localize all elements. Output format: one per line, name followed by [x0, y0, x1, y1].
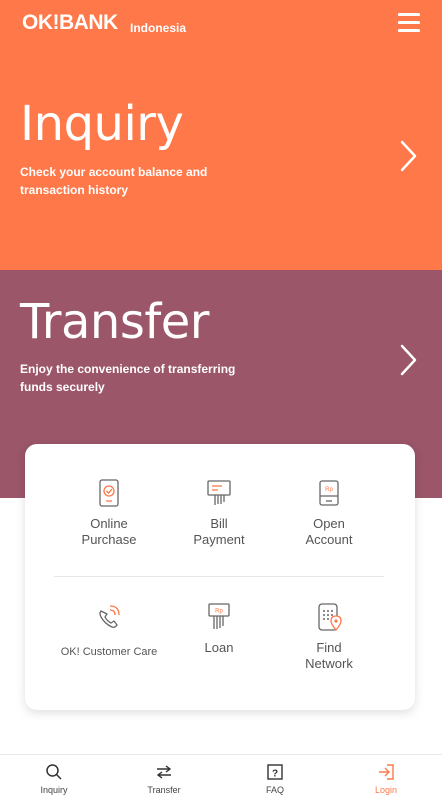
open-account-icon: Rp [319, 480, 339, 506]
nav-login[interactable]: Login [346, 763, 426, 795]
svg-text:Rp: Rp [325, 487, 333, 493]
hamburger-icon [398, 13, 420, 16]
inquiry-title: Inquiry [20, 96, 184, 152]
loan-button[interactable]: Rp Loan [164, 602, 274, 656]
card-divider [54, 576, 384, 577]
services-card: Online Purchase Bill Payment Rp Open Accoun… [25, 444, 415, 710]
app-header: OK!BANK Indonesia [0, 0, 442, 48]
hamburger-icon-line [398, 21, 420, 24]
transfer-title: Transfer [20, 294, 210, 350]
find-network-button[interactable]: Find Network [274, 602, 384, 672]
transfer-description: Enjoy the convenience of transferring fu… [20, 362, 236, 394]
service-label: Find Network [305, 640, 353, 671]
inquiry-description: Check your account balance and transacti… [20, 165, 208, 197]
customer-care-button[interactable]: OK! Customer Care [54, 602, 164, 660]
nav-transfer[interactable]: Transfer [124, 763, 204, 795]
svg-text:Rp: Rp [215, 609, 223, 615]
nav-label: Login [374, 785, 398, 795]
service-label: OK! Customer Care [60, 646, 158, 658]
open-account-button[interactable]: Rp Open Account [274, 478, 384, 548]
service-label: Loan [204, 640, 234, 655]
nav-label: FAQ [265, 785, 284, 795]
menu-button[interactable] [398, 12, 422, 32]
logo-country-label: Indonesia [130, 21, 187, 35]
nav-faq[interactable]: ? FAQ [235, 763, 315, 795]
loan-icon: Rp [208, 603, 230, 629]
search-icon [46, 764, 62, 780]
bill-payment-button[interactable]: Bill Payment [164, 478, 274, 548]
chevron-right-icon[interactable] [396, 138, 420, 174]
service-label: Open Account [305, 516, 353, 547]
hamburger-icon-line [398, 29, 420, 32]
svg-text:?: ? [272, 769, 278, 780]
bottom-navigation: Inquiry Transfer ? FAQ Login [0, 754, 442, 800]
chevron-right-icon[interactable] [396, 342, 420, 378]
nav-label: Inquiry [40, 785, 68, 795]
nav-inquiry[interactable]: Inquiry [14, 763, 94, 795]
question-icon: ? [267, 764, 283, 780]
service-label: Bill Payment [193, 516, 245, 547]
bank-logo[interactable]: OK!BANK [22, 11, 118, 35]
login-icon [379, 764, 394, 780]
transfer-arrows-icon [156, 765, 172, 779]
online-purchase-icon [99, 479, 119, 507]
customer-care-icon [99, 605, 120, 628]
service-label: Online Purchase [81, 516, 137, 547]
online-purchase-button[interactable]: Online Purchase [54, 478, 164, 548]
find-network-icon [318, 603, 342, 632]
nav-label: Transfer [147, 785, 181, 795]
bill-payment-icon [207, 480, 231, 505]
